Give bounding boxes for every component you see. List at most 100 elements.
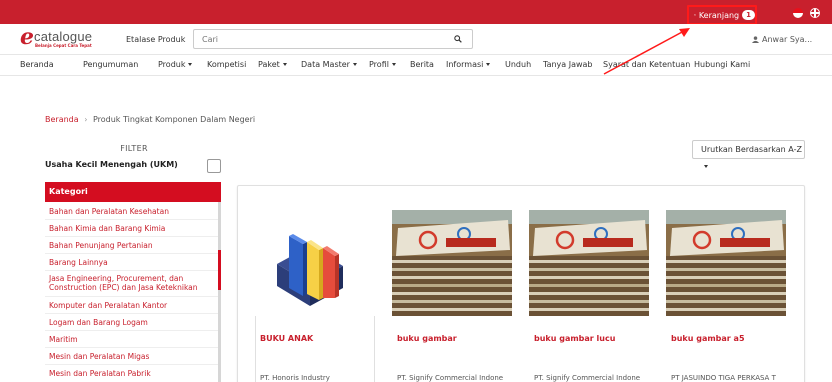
chevron-down-icon xyxy=(391,63,396,66)
nav-profil[interactable]: Profil xyxy=(369,60,396,69)
nav-label: Unduh xyxy=(505,60,532,69)
etalase-produk-link[interactable]: Etalase Produk xyxy=(126,35,185,44)
kategori-scrollbar[interactable] xyxy=(218,250,221,290)
product-card[interactable]: buku gambar a5 PT JASUINDO TIGA PERKASA … xyxy=(666,210,786,382)
nav-label: Tanya Jawab xyxy=(543,60,593,69)
nav-label: Data Master xyxy=(301,60,350,69)
product-image[interactable] xyxy=(392,210,512,316)
divider xyxy=(45,253,218,254)
category-item[interactable]: Logam dan Barang Logam xyxy=(49,318,215,327)
chevron-down-icon xyxy=(486,63,491,66)
nav-data-master[interactable]: Data Master xyxy=(301,60,357,69)
divider xyxy=(45,313,218,314)
nav-label: Informasi xyxy=(446,60,484,69)
top-bar: Keranjang 1 xyxy=(0,0,832,25)
logo-e-mark: e xyxy=(20,24,34,50)
cart-label: Keranjang xyxy=(698,10,740,20)
nav-paket[interactable]: Paket xyxy=(258,60,287,69)
ecatalogue-logo[interactable]: e catalogue Belanja Cepat Cara Tepat xyxy=(20,24,110,51)
nav-label: Beranda xyxy=(20,60,54,69)
chevron-down-icon xyxy=(704,165,708,168)
nav-label: Pengumuman xyxy=(83,60,139,69)
sort-dropdown[interactable]: Urutkan Berdasarkan A-Z xyxy=(692,140,805,168)
search-box xyxy=(193,29,473,49)
cart-count-badge: 1 xyxy=(742,10,755,20)
user-name: Anwar Sya... xyxy=(762,35,813,44)
product-seller[interactable]: PT. Signify Commercial Indone xyxy=(397,374,509,382)
nav-label: Produk xyxy=(158,60,186,69)
nav-kompetisi[interactable]: Kompetisi xyxy=(207,60,246,69)
divider xyxy=(45,347,218,348)
product-card[interactable]: BUKU ANAK PT. Honoris Industry xyxy=(255,210,375,382)
divider xyxy=(45,219,218,220)
nav-unduh[interactable]: Unduh xyxy=(505,60,531,69)
divider xyxy=(45,270,218,271)
nav-beranda[interactable]: Beranda xyxy=(20,60,54,69)
main-nav: Beranda Pengumuman Produk Kompetisi Pake… xyxy=(0,55,832,76)
nav-pengumuman[interactable]: Pengumuman xyxy=(83,60,138,69)
ukm-filter-label: Usaha Kecil Menengah (UKM) xyxy=(45,160,178,169)
divider xyxy=(45,364,218,365)
product-seller[interactable]: PT. Signify Commercial Indone xyxy=(534,374,646,382)
nav-label: Hubungi Kami xyxy=(694,60,751,69)
english-flag-icon[interactable] xyxy=(810,8,820,18)
sort-label: Urutkan Berdasarkan A-Z xyxy=(701,145,802,154)
header: e catalogue Belanja Cepat Cara Tepat Eta… xyxy=(0,24,832,55)
category-item[interactable]: Mesin dan Peralatan Pabrik xyxy=(49,369,215,378)
kategori-list[interactable]: Bahan dan Peralatan Kesehatan Bahan Kimi… xyxy=(45,202,221,382)
breadcrumb-home[interactable]: Beranda xyxy=(45,115,79,124)
category-item[interactable]: Barang Lainnya xyxy=(49,258,215,267)
nav-hubungi-kami[interactable]: Hubungi Kami xyxy=(694,60,750,69)
divider xyxy=(45,330,218,331)
divider xyxy=(45,296,218,297)
books-illustration-icon xyxy=(277,234,343,306)
user-icon xyxy=(752,36,759,43)
nav-syarat-ketentuan[interactable]: Syarat dan Ketentuan xyxy=(603,60,690,69)
nav-label: Syarat dan Ketentuan xyxy=(603,60,691,69)
drawing-book-photo-icon xyxy=(529,210,649,316)
nav-label: Paket xyxy=(258,60,280,69)
nav-berita[interactable]: Berita xyxy=(410,60,434,69)
product-image[interactable] xyxy=(666,210,786,316)
product-name[interactable]: buku gambar a5 xyxy=(671,334,745,343)
kategori-header: Kategori xyxy=(45,182,221,202)
breadcrumb-current: Produk Tingkat Komponen Dalam Negeri xyxy=(92,115,256,124)
ukm-checkbox[interactable] xyxy=(207,159,221,173)
product-name[interactable]: BUKU ANAK xyxy=(260,334,313,343)
category-item[interactable]: Jasa Engineering, Procurement, dan Const… xyxy=(49,274,215,292)
category-item[interactable]: Bahan Kimia dan Barang Kimia xyxy=(49,224,215,233)
category-item[interactable]: Bahan Penunjang Pertanian xyxy=(49,241,215,250)
product-image[interactable] xyxy=(529,210,649,316)
category-item[interactable]: Bahan dan Peralatan Kesehatan xyxy=(49,207,215,216)
category-item[interactable]: Mesin dan Peralatan Migas xyxy=(49,352,215,361)
nav-label: Profil xyxy=(369,60,389,69)
product-seller[interactable]: PT. Honoris Industry xyxy=(260,374,372,382)
product-name[interactable]: buku gambar xyxy=(397,334,457,343)
drawing-book-photo-icon xyxy=(666,210,786,316)
divider xyxy=(45,236,218,237)
product-seller[interactable]: PT JASUINDO TIGA PERKASA T xyxy=(671,374,783,382)
search-input[interactable] xyxy=(194,30,444,48)
cart-button[interactable]: Keranjang 1 xyxy=(687,5,757,25)
breadcrumb-separator: › xyxy=(84,115,88,124)
chevron-down-icon xyxy=(282,63,287,66)
indonesia-flag-icon[interactable] xyxy=(793,8,803,18)
breadcrumb: Beranda › Produk Tingkat Komponen Dalam … xyxy=(45,115,255,124)
product-name[interactable]: buku gambar lucu xyxy=(534,334,615,343)
nav-tanya-jawab[interactable]: Tanya Jawab xyxy=(543,60,593,69)
search-icon[interactable] xyxy=(454,35,462,43)
product-image[interactable] xyxy=(255,210,375,316)
category-item[interactable]: Maritim xyxy=(49,335,215,344)
logo-tagline: Belanja Cepat Cara Tepat xyxy=(35,43,92,48)
nav-label: Berita xyxy=(410,60,434,69)
chevron-down-icon xyxy=(188,63,193,66)
nav-informasi[interactable]: Informasi xyxy=(446,60,491,69)
product-card[interactable]: buku gambar PT. Signify Commercial Indon… xyxy=(392,210,512,382)
nav-produk[interactable]: Produk xyxy=(158,60,193,69)
drawing-book-photo-icon xyxy=(392,210,512,316)
cart-icon xyxy=(694,14,696,16)
category-item[interactable]: Komputer dan Peralatan Kantor xyxy=(49,301,215,310)
product-card[interactable]: buku gambar lucu PT. Signify Commercial … xyxy=(529,210,649,382)
nav-label: Kompetisi xyxy=(207,60,247,69)
user-menu[interactable]: Anwar Sya... xyxy=(752,35,812,44)
